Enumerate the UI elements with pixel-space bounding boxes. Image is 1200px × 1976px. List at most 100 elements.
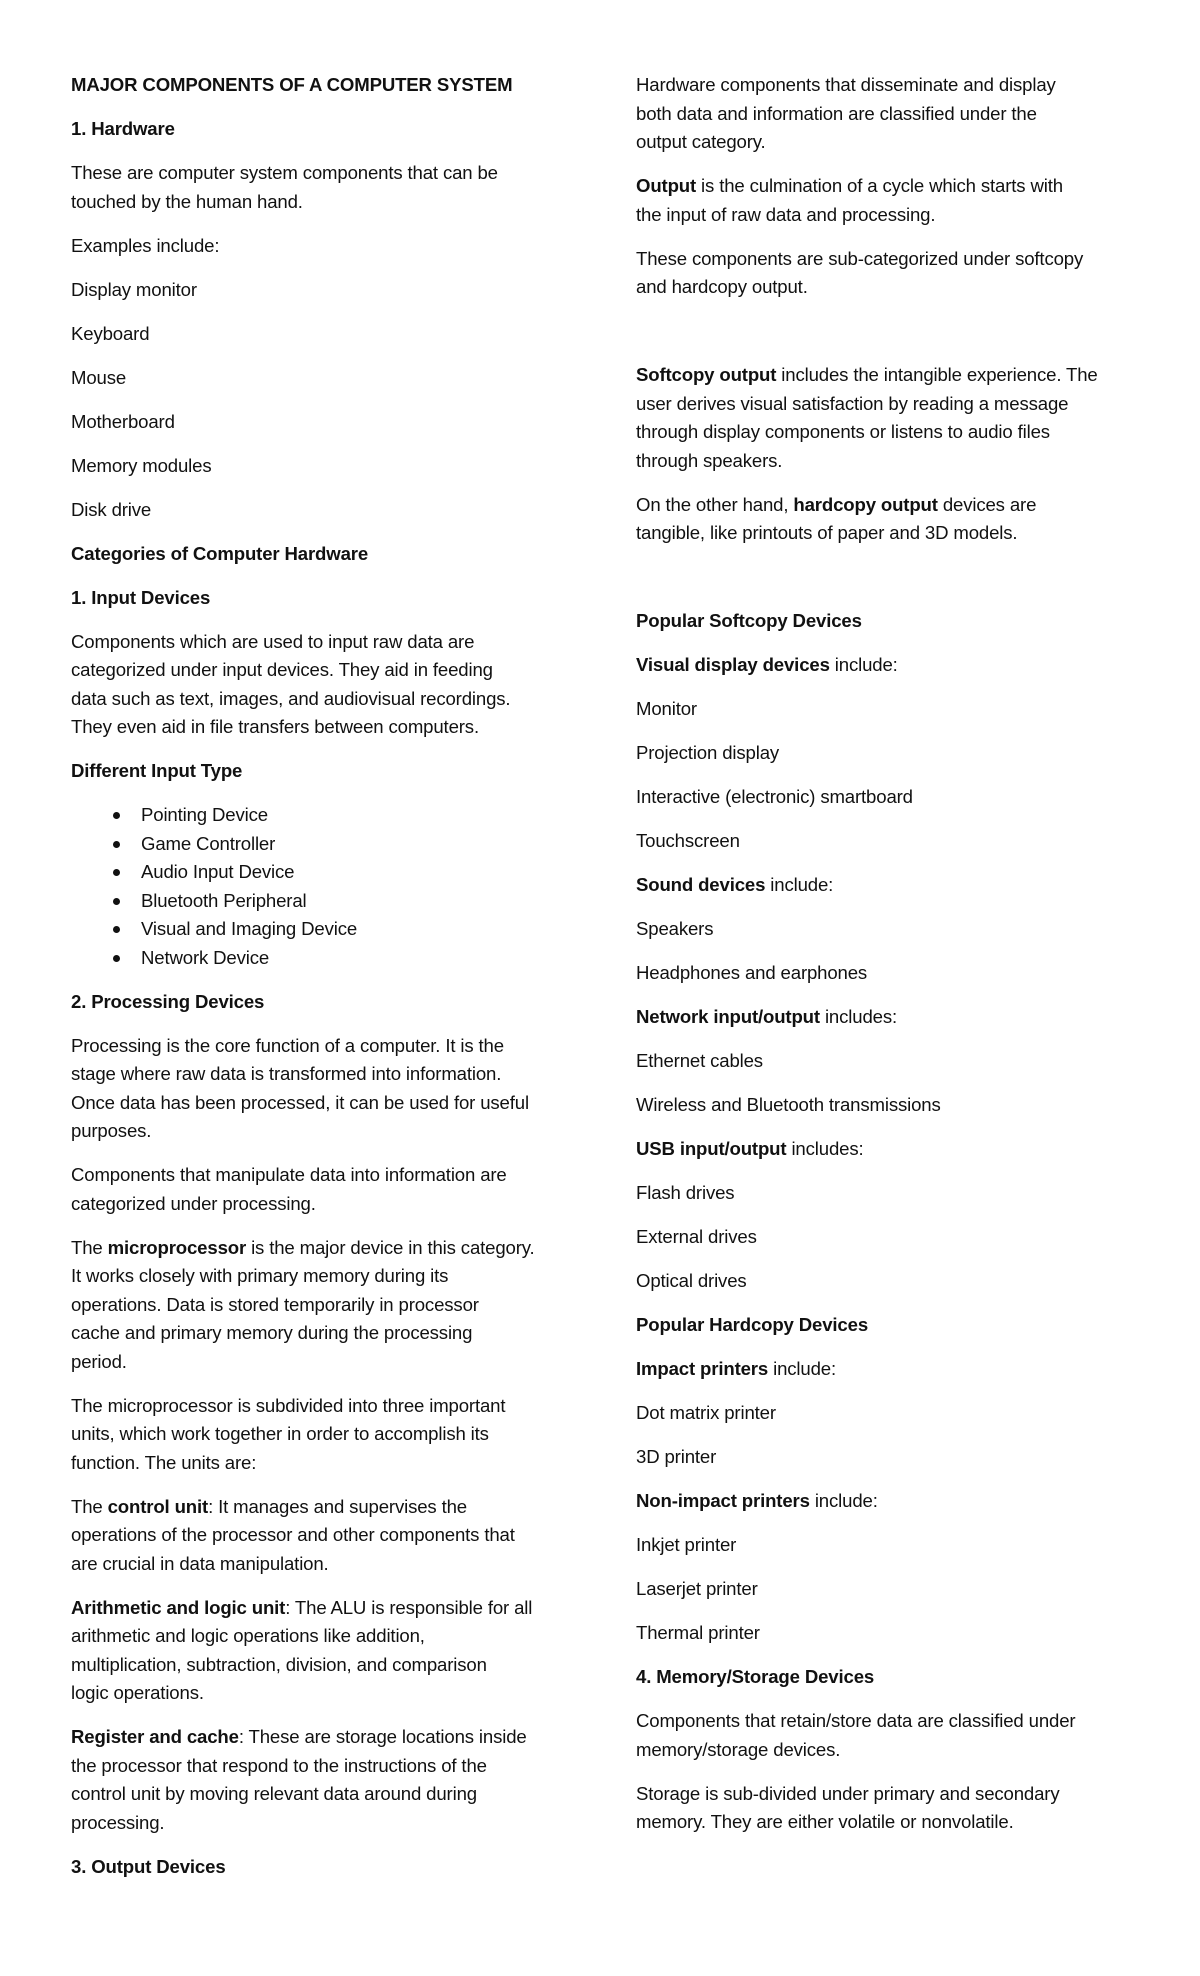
text: These are computer system components tha… [71,162,498,183]
bullet-item: Game Controller [71,830,591,859]
text-line: It works closely with primary memory dur… [71,1262,591,1291]
text-line: the processor that respond to the instru… [71,1752,591,1781]
example-item: Keyboard [71,320,591,349]
text: data such as text, images, and audiovisu… [71,687,511,709]
text-line: Interactive (electronic) smartboard [636,783,1176,812]
impact-printers-label: Impact printers include: [636,1355,1176,1384]
text-line: Optical drives [636,1267,1176,1296]
text: include: [809,1490,878,1511]
text-line: Categories of Computer Hardware [71,540,591,569]
text-line: user derives visual satisfaction by read… [636,390,1176,419]
text: These components are sub-categorized und… [636,247,1084,269]
device-item: Laserjet printer [636,1575,1176,1604]
text-line: Visual display devices include: [636,651,1176,680]
device-item: Dot matrix printer [636,1399,1176,1428]
example-item: Memory modules [71,452,591,481]
text: Mouse [71,366,127,388]
text-line: Output is the culmination of a cycle whi… [636,172,1176,201]
text: control unit by moving relevant data aro… [71,1783,477,1804]
text: Ethernet cables [636,1050,763,1071]
bold-text: Non-impact printers [636,1490,810,1511]
text-line: Components that manipulate data into inf… [71,1161,591,1190]
bullet-item-text: Bluetooth Peripheral [141,889,307,911]
text: Headphones and earphones [636,962,868,983]
blank-paragraph [636,563,1176,592]
hardcopy-output: On the other hand, hardcopy output devic… [636,491,1176,548]
usb-io-label: USB input/output includes: [636,1135,1176,1164]
device-item: Monitor [636,695,1176,724]
microprocessor-units: The microprocessor is subdivided into th… [71,1392,591,1478]
text: Examples include: [71,234,220,256]
example-item: Motherboard [71,408,591,437]
text-line: the input of raw data and processing. [636,201,1176,230]
text-line: output category. [636,128,1176,157]
text-line: control unit by moving relevant data aro… [71,1780,591,1809]
bullet-item: Pointing Device [71,801,591,830]
bullet-icon [113,954,120,962]
text: period. [71,1350,127,1372]
bold-text: Sound devices [636,874,766,895]
bullet-icon [113,840,120,848]
text-line: memory. They are either volatile or nonv… [636,1808,1176,1837]
text-line: These components are sub-categorized und… [636,245,1176,274]
bullet-item: Network Device [71,944,591,973]
text-line: Examples include: [71,232,591,261]
text-line: stage where raw data is transformed into… [71,1060,591,1089]
text-line: both data and information are classified… [636,100,1176,129]
examples-label: Examples include: [71,232,591,261]
text-line: units, which work together in order to a… [71,1420,591,1449]
bold-text: MAJOR COMPONENTS OF A COMPUTER SYSTEM [71,74,513,95]
bold-text: 3. Output Devices [71,1855,226,1877]
text-line: operations of the processor and other co… [71,1521,591,1550]
bold-text: 2. Processing Devices [71,990,265,1012]
text: is the major device in this category. [246,1236,535,1258]
text: multiplication, subtraction, division, a… [71,1653,487,1675]
sound-devices-label: Sound devices include: [636,871,1176,900]
text-line: The control unit: It manages and supervi… [71,1493,591,1522]
document-page: MAJOR COMPONENTS OF A COMPUTER SYSTEM 1. … [0,0,1200,1976]
text: the input of raw data and processing. [636,203,936,225]
text: Inkjet printer [636,1534,737,1555]
text: Thermal printer [636,1622,760,1643]
text: Flash drives [636,1182,735,1203]
bullet-item-text: Visual and Imaging Device [141,918,358,939]
text: Monitor [636,698,697,719]
heading-categories: Categories of Computer Hardware [71,540,591,569]
text-line: The microprocessor is the major device i… [71,1234,591,1263]
text-line: MAJOR COMPONENTS OF A COMPUTER SYSTEM [71,71,591,100]
output-subcategories: These components are sub-categorized und… [636,245,1176,302]
text-line: categorized under processing. [71,1190,591,1219]
text-line: Touchscreen [636,827,1176,856]
bullet-icon [113,869,120,876]
text: Disk drive [71,498,152,520]
bold-text: 1. Input Devices [71,586,211,608]
heading-input-devices: 1. Input Devices [71,584,591,613]
text-line: External drives [636,1223,1176,1252]
text: They even aid in file transfers between … [71,716,479,737]
output-description: Hardware components that disseminate and… [636,71,1176,157]
text: are crucial in data manipulation. [71,1552,329,1574]
network-io-label: Network input/output includes: [636,1003,1176,1032]
storage-description: Storage is sub-divided under primary and… [636,1780,1176,1837]
heading-hardware: 1. Hardware [71,115,591,144]
text: On the other hand, [636,493,794,515]
heading-output-devices: 3. Output Devices [71,1853,591,1882]
bold-text: Output [636,175,697,196]
bold-text: Categories of Computer Hardware [71,542,369,564]
text-line: touched by the human hand. [71,188,591,217]
device-item: Speakers [636,915,1176,944]
heading-popular-softcopy: Popular Softcopy Devices [636,607,1176,636]
text: tangible, like printouts of paper and 3D… [636,522,1018,543]
text: Speakers [636,918,714,939]
text-line: Monitor [636,695,1176,724]
softcopy-output: Softcopy output includes the intangible … [636,361,1176,475]
non-impact-printers-label: Non-impact printers include: [636,1487,1176,1516]
text-line: Processing is the core function of a com… [71,1032,591,1061]
text-line: Popular Hardcopy Devices [636,1311,1176,1340]
memory-description: Components that retain/store data are cl… [636,1707,1176,1764]
text: : These are storage locations inside [238,1726,527,1747]
text: function. The units are: [71,1451,257,1473]
text: user derives visual satisfaction by read… [636,392,1069,414]
text-line: memory/storage devices. [636,1736,1176,1765]
text-line: Inkjet printer [636,1531,1176,1560]
